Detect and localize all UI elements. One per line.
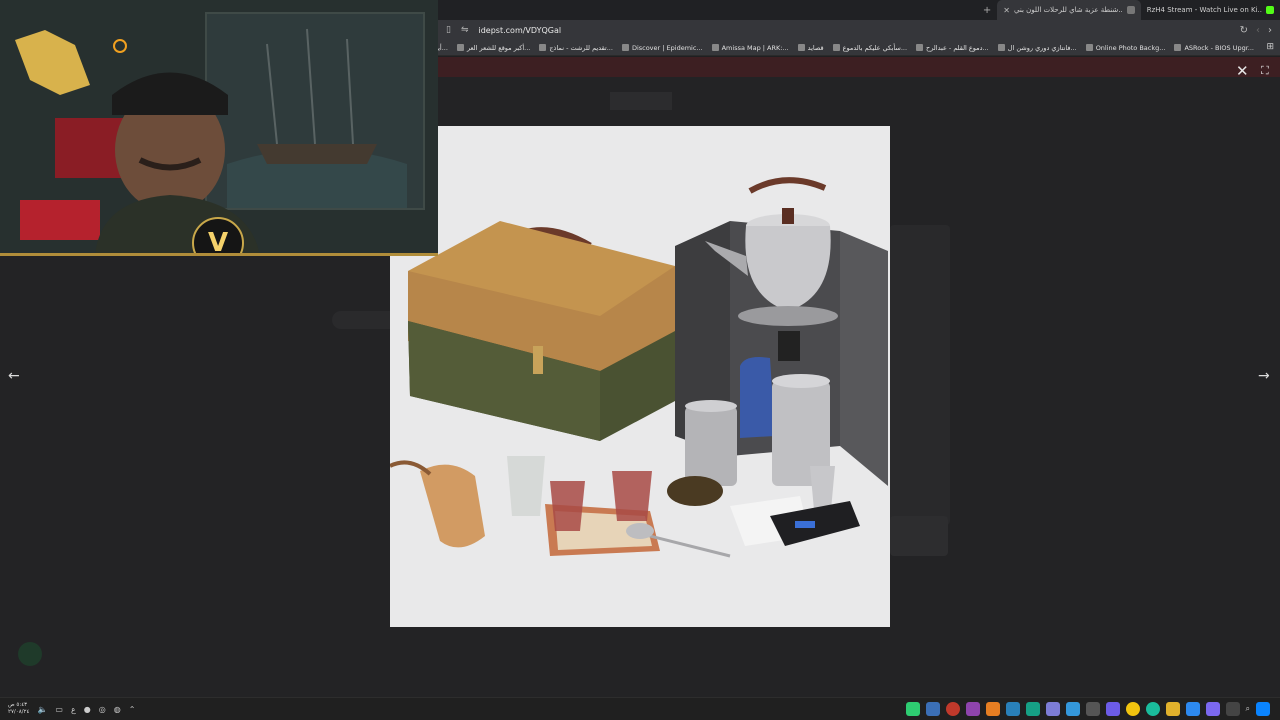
tab-kick[interactable]: RzH4 Stream - Watch Live on Ki.. — [1141, 0, 1280, 20]
dimmed-thumbnail-2 — [890, 516, 948, 556]
file-explorer-icon[interactable] — [1165, 702, 1180, 716]
webcam-overlay: V — [0, 0, 438, 256]
tea-glasses — [507, 456, 652, 531]
new-tab-button[interactable]: + — [983, 5, 991, 16]
app-icon[interactable] — [1085, 702, 1100, 716]
bookmark-item[interactable]: Discover | Epidemic... — [621, 44, 703, 52]
task-view-icon[interactable] — [1225, 702, 1240, 716]
tab-product[interactable]: ✕ شنطة عزبة شاي للرحلات اللون بني.. — [997, 0, 1141, 20]
bookmark-favicon-icon — [621, 44, 629, 51]
bookmark-favicon-icon — [997, 44, 1005, 51]
start-icon[interactable] — [1256, 702, 1270, 716]
tab-title: RzH4 Stream - Watch Live on Ki.. — [1146, 6, 1262, 14]
announcement-banner — [438, 57, 1280, 77]
dimmed-thumbnail — [890, 225, 950, 525]
pouch — [390, 460, 485, 548]
app-icon[interactable] — [945, 702, 960, 716]
bookmark-item[interactable]: ASRock - BIOS Upgr... — [1174, 44, 1254, 52]
bookmark-item[interactable]: قصايد — [797, 44, 824, 52]
app-icon[interactable] — [1185, 702, 1200, 716]
network-icon[interactable]: ▭ — [55, 705, 63, 714]
teams-icon[interactable] — [1205, 702, 1220, 716]
bookmark-favicon-icon — [456, 44, 464, 51]
screen: + ✕ شنطة عزبة شاي للرحلات اللون بني.. Rz… — [0, 0, 1280, 720]
tray-app-icon[interactable]: ◍ — [114, 705, 121, 714]
language-indicator[interactable]: ع — [71, 705, 76, 714]
tab-title: شنطة عزبة شاي للرحلات اللون بني.. — [1014, 6, 1123, 14]
app-icon[interactable] — [1045, 702, 1060, 716]
search-icon[interactable]: ⌕ — [1246, 704, 1250, 714]
bookmark-icon[interactable]: ▯ — [446, 25, 451, 35]
bookmark-item[interactable]: أكبر موقع للشعر العر... — [456, 44, 530, 52]
bookmark-favicon-icon — [797, 44, 805, 51]
tab-bar: + ✕ شنطة عزبة شاي للرحلات اللون بني.. Rz… — [438, 0, 1280, 20]
app-icon[interactable] — [925, 702, 940, 716]
app-icon[interactable] — [1025, 702, 1040, 716]
bookmark-favicon-icon — [832, 44, 840, 51]
bookmark-item[interactable]: فانتازي دوري روشن ال... — [997, 44, 1077, 52]
bookmark-favicon-icon — [539, 44, 547, 51]
back-icon[interactable]: ‹ — [1256, 25, 1260, 36]
taskbar: ٥:٤٣ ص ٢٧/٠٨/٢٤ 🔈 ▭ ع ● ◎ ◍ ⌃ ⌕ — [0, 697, 1280, 720]
bookmark-favicon-icon — [1085, 44, 1093, 51]
app-icon[interactable] — [905, 702, 920, 716]
tab-page-icon — [1126, 6, 1135, 14]
site-logo — [610, 92, 672, 110]
tray-app-icon[interactable]: ◎ — [99, 705, 106, 714]
bookmark-item[interactable]: تقديم للرشت - نماذج... — [539, 44, 613, 52]
fullscreen-icon[interactable]: ⛶ — [1261, 64, 1269, 78]
brave-icon[interactable] — [985, 702, 1000, 716]
clock[interactable]: ٥:٤٣ ص ٢٧/٠٨/٢٤ — [8, 702, 29, 716]
bookmark-item[interactable]: Online Photo Backg... — [1085, 44, 1165, 52]
app-icon[interactable] — [1065, 702, 1080, 716]
url-field[interactable]: idepst.com/VDYQGal — [479, 26, 562, 35]
bookmark-favicon-icon — [711, 44, 719, 51]
app-icon[interactable] — [1005, 702, 1020, 716]
chrome-icon[interactable] — [1125, 702, 1140, 716]
bookmark-favicon-icon — [1174, 44, 1182, 51]
bookmark-item[interactable]: سأبكي عليكم بالدموع... — [832, 44, 907, 52]
bookmark-favicon-icon — [916, 44, 924, 51]
product-image — [390, 126, 890, 627]
bookmarks-bar: أيهذا الشاكي وما بك... أكبر موقع للشعر ا… — [438, 40, 1280, 56]
product-illustration — [390, 177, 888, 558]
apps-grid-icon[interactable]: ⊞ — [1266, 42, 1274, 52]
arrow-left-icon[interactable]: ← — [8, 368, 20, 384]
forward-icon[interactable]: › — [1268, 25, 1272, 36]
kick-icon — [1266, 6, 1274, 14]
volume-icon[interactable]: 🔈 — [37, 705, 47, 714]
reload-icon[interactable]: ↻ — [1240, 25, 1248, 36]
address-bar: ▯ ⇋ idepst.com/VDYQGal ↻ ‹ › — [438, 20, 1280, 40]
bookmark-item[interactable]: Amissa Map | ARK:... — [711, 44, 789, 52]
arrow-right-icon[interactable]: → — [1258, 368, 1270, 384]
app-icon[interactable] — [1105, 702, 1120, 716]
mic-icon[interactable]: ● — [84, 705, 91, 714]
bookmark-item[interactable]: دموع القلم - عبدالرح... — [916, 44, 989, 52]
close-icon[interactable]: ✕ — [1236, 62, 1249, 80]
floating-chat-icon[interactable] — [18, 642, 42, 666]
app-icon[interactable] — [965, 702, 980, 716]
edge-icon[interactable] — [1145, 702, 1160, 716]
translate-icon[interactable]: ⇋ — [461, 25, 469, 35]
close-tab-icon[interactable]: ✕ — [1003, 6, 1010, 15]
tea-bag — [408, 221, 675, 441]
chevron-up-icon[interactable]: ⌃ — [129, 705, 136, 714]
bookmark-item[interactable]: أيهذا الشاكي وما بك... — [438, 44, 448, 52]
